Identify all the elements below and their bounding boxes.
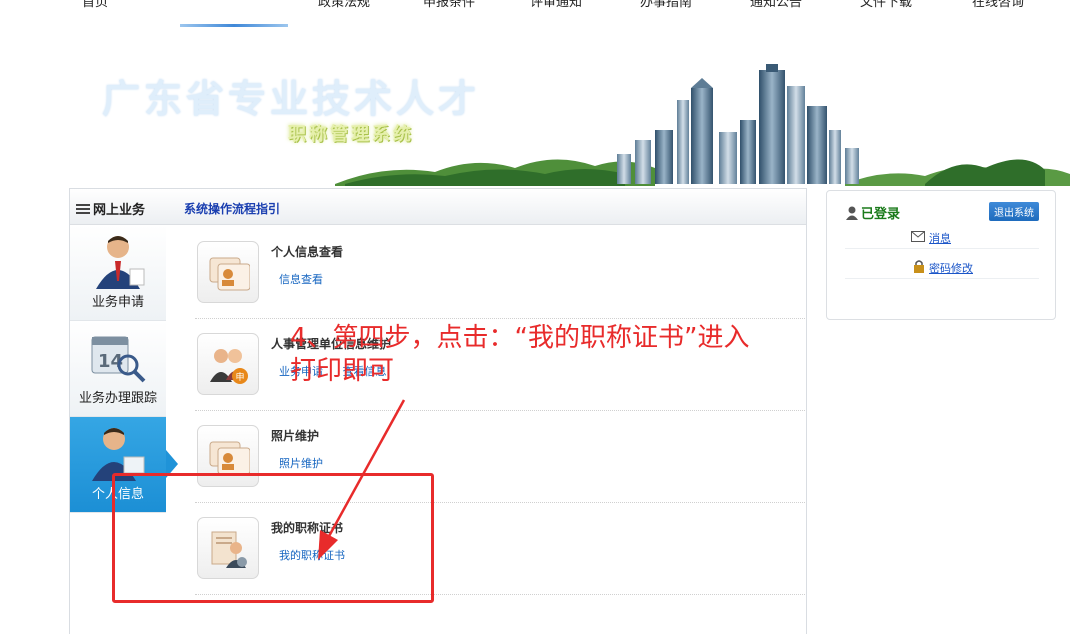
login-status: 已登录	[845, 203, 900, 222]
logout-button[interactable]: 退出系统	[989, 202, 1039, 221]
entry-title: 照片维护	[271, 429, 320, 443]
photo-card-icon	[209, 441, 250, 475]
nav-home[interactable]: 首页	[82, 0, 108, 10]
messages-row: 消息	[845, 227, 1039, 249]
nav-policy[interactable]: 政策法规	[318, 0, 370, 10]
panel-title-label: 网上业务	[93, 203, 146, 218]
nav-review[interactable]: 评审通知	[530, 0, 582, 10]
sidebar-item-label: 业务申请	[91, 295, 144, 310]
entry-title: 个人信息查看	[271, 245, 344, 259]
annotation-line-2: 打印即可	[290, 356, 395, 386]
svg-text:申: 申	[236, 371, 245, 383]
nav-download[interactable]: 文件下载	[860, 0, 912, 10]
password-row: 密码修改	[845, 257, 1039, 279]
nav-consult[interactable]: 在线咨询	[972, 0, 1024, 10]
hr-unit-icon-button[interactable]: 申	[197, 333, 259, 395]
nav-active-underline	[180, 24, 288, 27]
header-banner: 广东省专业技术人才 职称管理系统	[70, 60, 1070, 186]
people-apply-icon: 申	[210, 349, 248, 384]
entry-personal-info: 个人信息查看 信息查看	[195, 227, 805, 319]
panel-header: 网上业务 系统操作流程指引	[70, 189, 806, 225]
annotation-line-1: 4、第四步，点击：“我的职称证书”进入	[290, 323, 750, 353]
top-nav: 首页 政策法规 申报条件 评审通知 办事指南 通知公告 文件下载 在线咨询	[0, 0, 1080, 14]
user-icon	[846, 206, 858, 220]
city-skyline-illustration	[335, 64, 1070, 186]
list-icon	[76, 204, 90, 214]
tutorial-annotation-text: 4、第四步，点击：“我的职称证书”进入 打印即可	[290, 322, 749, 388]
login-status-box: 已登录 退出系统 消息 密码修改	[826, 190, 1056, 320]
password-change-link[interactable]: 密码修改	[929, 260, 973, 276]
nav-notice[interactable]: 通知公告	[750, 0, 802, 10]
sidebar-item-label: 业务办理跟踪	[78, 391, 157, 406]
id-card-icon	[209, 257, 250, 291]
panel-title: 网上业务	[76, 199, 145, 218]
sidebar-item-business-apply[interactable]: 业务申请	[70, 225, 166, 321]
login-status-label: 已登录	[861, 207, 901, 222]
calendar-magnifier-icon: 14	[91, 336, 146, 383]
view-info-link[interactable]: 信息查看	[279, 273, 323, 286]
lock-icon	[914, 260, 924, 273]
sidebar-item-tracking[interactable]: 14 业务办理跟踪	[70, 321, 166, 417]
annotation-highlight-box	[112, 473, 434, 603]
operation-guide-link[interactable]: 系统操作流程指引	[184, 200, 280, 217]
envelope-icon	[911, 231, 925, 242]
messages-link[interactable]: 消息	[929, 230, 951, 246]
businessman-icon	[96, 236, 145, 289]
nav-guide[interactable]: 办事指南	[640, 0, 692, 10]
photo-maintain-link[interactable]: 照片维护	[279, 457, 323, 470]
personal-info-icon-button[interactable]	[197, 241, 259, 303]
nav-conditions[interactable]: 申报条件	[423, 0, 475, 10]
